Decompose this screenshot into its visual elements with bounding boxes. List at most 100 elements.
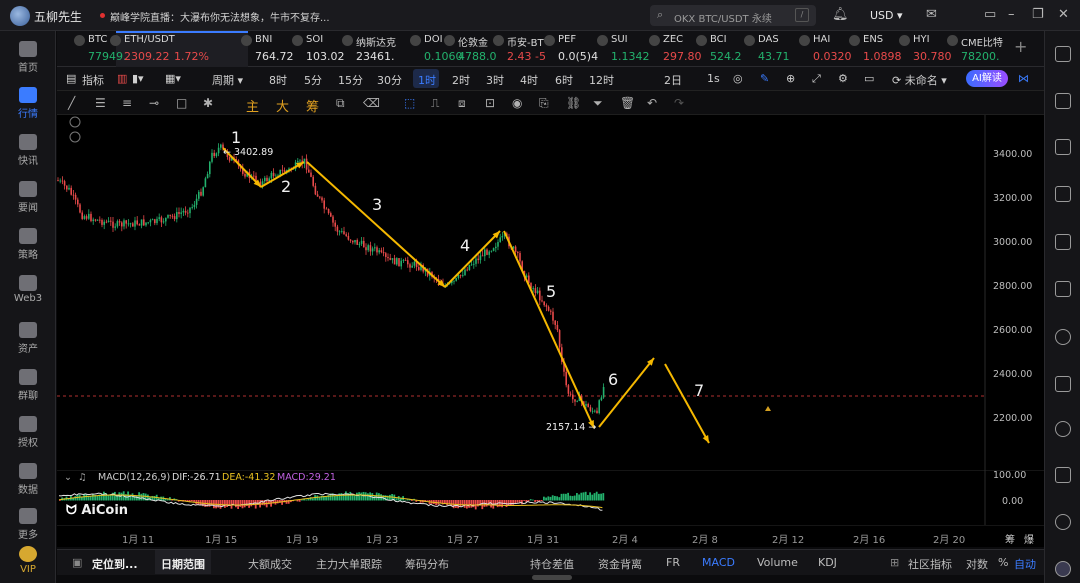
- macd-collapse-icon[interactable]: ⌄: [64, 472, 72, 483]
- orderbook-icon[interactable]: [1055, 281, 1071, 297]
- indicator-menu-icon[interactable]: ▤: [66, 72, 76, 85]
- document-icon[interactable]: [1055, 93, 1071, 109]
- redo-icon[interactable]: ↷: [674, 96, 684, 110]
- timeframe-button[interactable]: 8时: [269, 72, 287, 88]
- pen-icon[interactable]: ✎: [760, 72, 769, 85]
- chip-distribution-tab[interactable]: 筹码分布: [405, 556, 449, 572]
- sidebar-item-web3[interactable]: Web3: [0, 275, 56, 304]
- fullscreen-icon[interactable]: ⤢: [812, 72, 821, 86]
- main-force-orders-tab[interactable]: 主力大单跟踪: [316, 556, 382, 572]
- restore-icon[interactable]: –: [1008, 7, 1015, 22]
- timeframe-button[interactable]: 15分: [338, 72, 363, 88]
- crosshair-icon[interactable]: ⊕: [786, 72, 795, 85]
- minimize-icon[interactable]: ▭: [984, 7, 996, 22]
- assistant-avatar-icon[interactable]: [1055, 561, 1071, 577]
- bar-chart-icon[interactable]: [1055, 234, 1071, 250]
- maximize-icon[interactable]: ❐: [1032, 7, 1044, 22]
- hlines-tool-icon[interactable]: ☰: [95, 96, 106, 110]
- hide-tool-icon[interactable]: ◉: [512, 96, 522, 110]
- macd-bell-icon[interactable]: ♫: [78, 472, 87, 483]
- fr-tab[interactable]: FR: [666, 556, 680, 569]
- delete-icon[interactable]: 🗑︎: [620, 96, 635, 110]
- close-icon[interactable]: ✕: [1058, 7, 1069, 22]
- candle-type-icon[interactable]: ▮▾: [132, 72, 144, 85]
- layout-icon[interactable]: ▭: [864, 72, 874, 85]
- sidebar-item-chat[interactable]: 群聊: [0, 369, 56, 402]
- layers-icon[interactable]: [1055, 467, 1071, 483]
- auto-scale-toggle[interactable]: 自动: [1014, 556, 1036, 572]
- sidebar-item-data[interactable]: 数据: [0, 463, 56, 496]
- volume-tab[interactable]: Volume: [757, 556, 798, 569]
- headset-icon[interactable]: [1055, 514, 1071, 530]
- timeframe-button[interactable]: 2日: [664, 72, 682, 88]
- large-trades-tab[interactable]: 大额成交: [248, 556, 292, 572]
- alert-icon[interactable]: ▥: [117, 72, 127, 85]
- log-scale-toggle[interactable]: 对数: [966, 556, 988, 572]
- period-dropdown[interactable]: 周期 ▾: [212, 72, 243, 88]
- timeframe-button[interactable]: 2时: [452, 72, 470, 88]
- hline-tool-icon[interactable]: ⊸: [149, 96, 159, 110]
- sidebar-item-market[interactable]: 行情: [0, 87, 56, 120]
- calendar-icon[interactable]: [1055, 139, 1071, 155]
- timeframe-button[interactable]: 5分: [304, 72, 322, 88]
- channel-tool-icon[interactable]: ≡: [122, 96, 132, 110]
- timeframe-button[interactable]: 30分: [377, 72, 402, 88]
- sidebar-item-news[interactable]: 要闻: [0, 181, 56, 214]
- compass-icon[interactable]: [1055, 421, 1071, 437]
- sidebar-item-strategy[interactable]: 策略: [0, 228, 56, 261]
- timeframe-button[interactable]: 4时: [520, 72, 538, 88]
- timeframe-button[interactable]: 1时: [418, 72, 436, 88]
- macd-tab[interactable]: MACD: [702, 556, 735, 569]
- sidebar-item-vip[interactable]: VIP: [0, 546, 56, 575]
- chips-corner-label[interactable]: 筹: [1005, 531, 1015, 546]
- grid-icon[interactable]: ▦▾: [165, 72, 181, 85]
- main-chart-toggle[interactable]: 主: [246, 96, 259, 115]
- locate-icon[interactable]: ▣: [72, 556, 82, 569]
- horizontal-scrollbar[interactable]: [532, 575, 572, 580]
- liquidation-corner-label[interactable]: 爆: [1024, 531, 1034, 546]
- layout-grid-icon[interactable]: [1055, 46, 1071, 62]
- timeframe-button[interactable]: 3时: [486, 72, 504, 88]
- timeframe-button[interactable]: 12时: [589, 72, 614, 88]
- date-range-button[interactable]: 日期范围: [161, 556, 205, 572]
- trend-chart-icon[interactable]: [1055, 186, 1071, 202]
- sidebar-item-assets[interactable]: 资产: [0, 322, 56, 355]
- rect-tool-icon[interactable]: □: [176, 96, 187, 110]
- chips-toggle[interactable]: 筹: [306, 96, 319, 115]
- line-tool-icon[interactable]: ╱: [68, 96, 75, 110]
- settings-icon[interactable]: ⚙: [838, 72, 848, 85]
- add-ticker-icon[interactable]: +: [1014, 37, 1027, 56]
- position-diff-tab[interactable]: 持仓差值: [530, 556, 574, 572]
- magnet-icon[interactable]: ⧉: [336, 96, 345, 111]
- timeframe-button[interactable]: 6时: [555, 72, 573, 88]
- community-indicators-button[interactable]: 社区指标: [908, 556, 952, 572]
- filter-tool-icon[interactable]: ⏷: [593, 96, 603, 111]
- ruler-tool-icon[interactable]: ⎍: [431, 96, 439, 111]
- sidebar-item-auth[interactable]: 授权: [0, 416, 56, 449]
- hexagon-icon[interactable]: [1055, 329, 1071, 345]
- sidebar-item-flash[interactable]: 快讯: [0, 134, 56, 167]
- measure-tool-icon[interactable]: ⧈: [458, 96, 466, 111]
- layout-name-dropdown[interactable]: ⟳ 未命名 ▾: [892, 72, 947, 88]
- ai-interpret-button[interactable]: AI解读: [966, 70, 1008, 87]
- mail-icon[interactable]: ✉: [926, 7, 937, 22]
- news-ticker[interactable]: 巅峰学院直播：大瀑布你无法想象，牛市不复存...: [110, 9, 330, 24]
- currency-selector[interactable]: USD ▾: [870, 9, 903, 22]
- eraser-icon[interactable]: ⌫: [363, 96, 380, 110]
- share-icon[interactable]: ⋈: [1018, 72, 1029, 85]
- select-tool-icon[interactable]: ⬚: [404, 96, 415, 110]
- kdj-tab[interactable]: KDJ: [818, 556, 837, 569]
- lock-tool-icon[interactable]: ⊡: [485, 96, 495, 110]
- bell-icon[interactable]: 🔔︎: [832, 7, 849, 22]
- big-trades-toggle[interactable]: 大: [276, 96, 289, 115]
- link-tool-icon[interactable]: ⛓: [566, 96, 581, 110]
- timeframe-button[interactable]: 1s: [707, 72, 720, 85]
- sidebar-item-home[interactable]: 首页: [0, 41, 56, 74]
- fund-divergence-tab[interactable]: 资金背离: [598, 556, 642, 572]
- locate-button[interactable]: 定位到...: [92, 556, 138, 572]
- clone-tool-icon[interactable]: ⎘: [539, 96, 549, 111]
- undo-icon[interactable]: ↶: [647, 96, 657, 110]
- indicator-button[interactable]: 指标: [82, 72, 104, 88]
- brush-tool-icon[interactable]: ✱: [203, 96, 213, 110]
- percent-scale-toggle[interactable]: %: [998, 556, 1008, 569]
